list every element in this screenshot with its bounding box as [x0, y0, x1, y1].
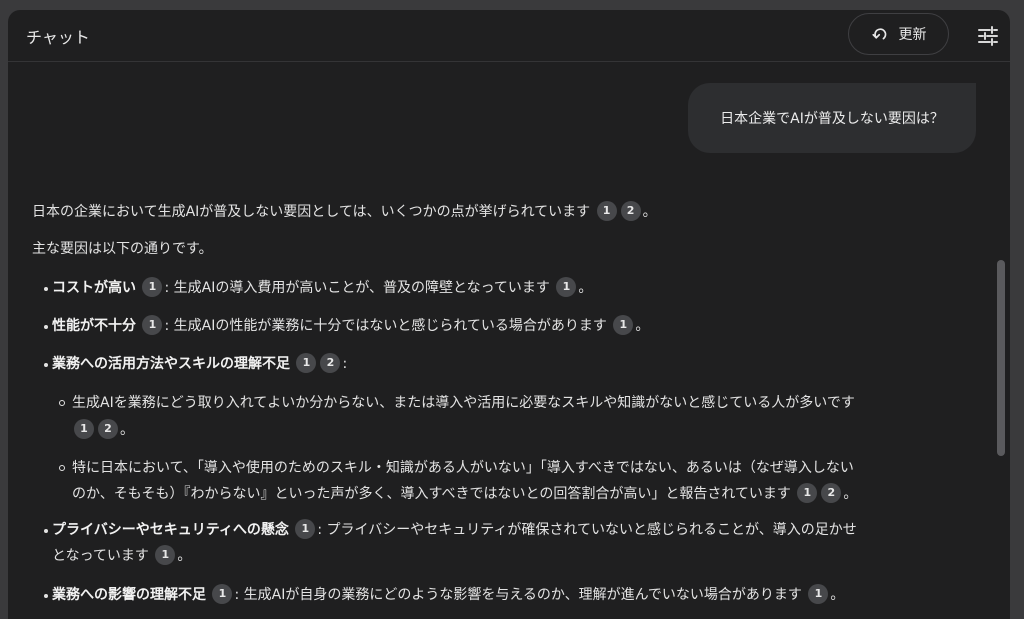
citation-chip[interactable]: 1 — [296, 353, 317, 373]
assistant-answer: 日本の企業において生成AIが普及しない要因としては、いくつかの点が挙げられていま… — [8, 10, 1010, 619]
sub-bullet-circle — [59, 465, 65, 471]
citation-chip[interactable]: 1 — [155, 545, 176, 565]
list-item: 業務への活用方法やスキルの理解不足 12: — [52, 353, 347, 374]
list-item: プライバシーやセキュリティへの懸念 1: プライバシーやセキュリティが確保されて… — [52, 519, 857, 540]
sub-list-item: 生成AIを業務にどう取り入れてよいか分からない、または導入や活用に必要なスキルや… — [72, 395, 855, 411]
answer-intro: 日本の企業において生成AIが普及しない要因としては、いくつかの点が挙げられていま… — [32, 201, 657, 222]
bullet-dot — [44, 287, 48, 291]
citation-chip[interactable]: 1 — [797, 483, 818, 503]
citation-chip[interactable]: 2 — [98, 419, 118, 439]
scrollbar-thumb[interactable] — [997, 260, 1005, 456]
sub-list-item-continuation: 1 2。 — [72, 419, 134, 440]
list-item-continuation: となっています 1。 — [52, 545, 191, 566]
list-item: コストが高い 1: 生成AIの導入費用が高いことが、普及の障壁となっています 1… — [52, 277, 592, 298]
citation-chip[interactable]: 2 — [320, 353, 341, 373]
citation-chip[interactable]: 2 — [821, 483, 842, 503]
citation-chip[interactable]: 2 — [620, 201, 641, 221]
bullet-dot — [44, 594, 48, 598]
citation-chip[interactable]: 1 — [613, 315, 634, 335]
citation-chip[interactable]: 1 — [596, 201, 617, 221]
list-item: 性能が不十分 1: 生成AIの性能が業務に十分ではないと感じられている場合があり… — [52, 315, 649, 336]
bullet-dot — [44, 363, 48, 367]
citation-chip[interactable]: 1 — [142, 277, 163, 297]
citation-chip[interactable]: 1 — [295, 519, 316, 539]
answer-lead: 主な要因は以下の通りです。 — [32, 241, 213, 257]
list-item: 業務への影響の理解不足 1: 生成AIが自身の業務にどのような影響を与えるのか、… — [52, 584, 844, 605]
sub-list-item-continuation: のか、そもそも）『わからない』といった声が多く、導入すべきではないとの回答割合が… — [72, 483, 857, 504]
citation-chip[interactable]: 1 — [556, 277, 577, 297]
citation-chip[interactable]: 1 — [74, 419, 94, 439]
citation-chip[interactable]: 1 — [808, 584, 829, 604]
chat-panel: チャット 更新 日本企業でAIが普及しない要因は？ 日本の企業において生成AIが… — [8, 10, 1010, 619]
citation-chip[interactable]: 1 — [212, 584, 233, 604]
bullet-dot — [44, 325, 48, 329]
sub-list-item: 特に日本において、「導入や使用のためのスキル・知識がある人がいない」「導入すべき… — [72, 460, 854, 476]
citation-chip[interactable]: 1 — [142, 315, 163, 335]
bullet-dot — [44, 529, 48, 533]
sub-bullet-circle — [59, 400, 65, 406]
